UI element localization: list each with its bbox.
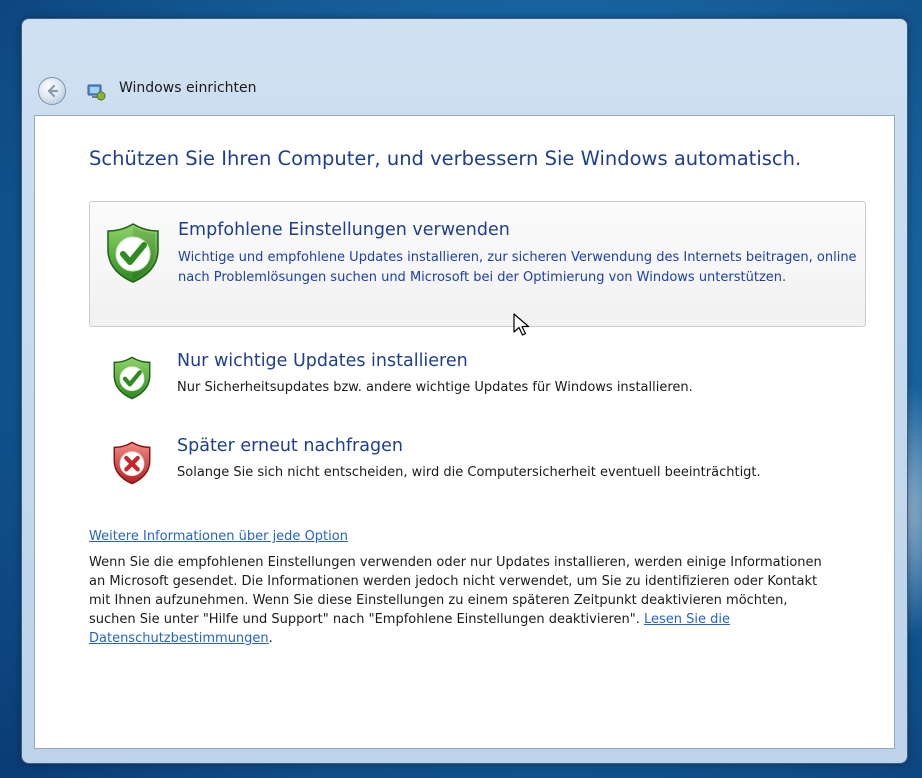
more-info-link[interactable]: Weitere Informationen über jede Option	[89, 529, 348, 544]
option-recommended-description: Wichtige und empfohlene Updates installi…	[178, 250, 857, 285]
back-button[interactable]	[38, 77, 66, 105]
info-text-block: Wenn Sie die empfohlenen Einstellungen v…	[89, 553, 834, 648]
title-bar: Windows einrichten	[22, 19, 907, 115]
shield-check-icon	[107, 223, 159, 283]
option-important-title: Nur wichtige Updates installieren	[177, 351, 468, 371]
option-ask-later[interactable]: Später erneut nachfragen Solange Sie sic…	[89, 427, 866, 495]
shield-x-icon	[113, 441, 151, 485]
info-text-end: .	[268, 631, 273, 646]
setup-computer-icon	[87, 84, 106, 101]
shield-check-icon	[113, 356, 151, 400]
mouse-cursor-icon	[513, 313, 530, 336]
option-ask-later-title: Später erneut nachfragen	[177, 436, 403, 456]
window-title: Windows einrichten	[119, 80, 257, 96]
option-recommended-settings[interactable]: Empfohlene Einstellungen verwenden Wicht…	[89, 201, 866, 327]
option-recommended-title: Empfohlene Einstellungen verwenden	[178, 220, 510, 240]
setup-window: Windows einrichten Schützen Sie Ihren Co…	[21, 18, 908, 764]
back-arrow-icon	[47, 84, 59, 98]
option-important-description: Nur Sicherheitsupdates bzw. andere wicht…	[177, 380, 693, 395]
page-heading: Schützen Sie Ihren Computer, und verbess…	[89, 147, 802, 170]
option-ask-later-description: Solange Sie sich nicht entscheiden, wird…	[177, 465, 761, 480]
content-panel: Schützen Sie Ihren Computer, und verbess…	[34, 115, 895, 749]
option-important-updates[interactable]: Nur wichtige Updates installieren Nur Si…	[89, 342, 866, 410]
